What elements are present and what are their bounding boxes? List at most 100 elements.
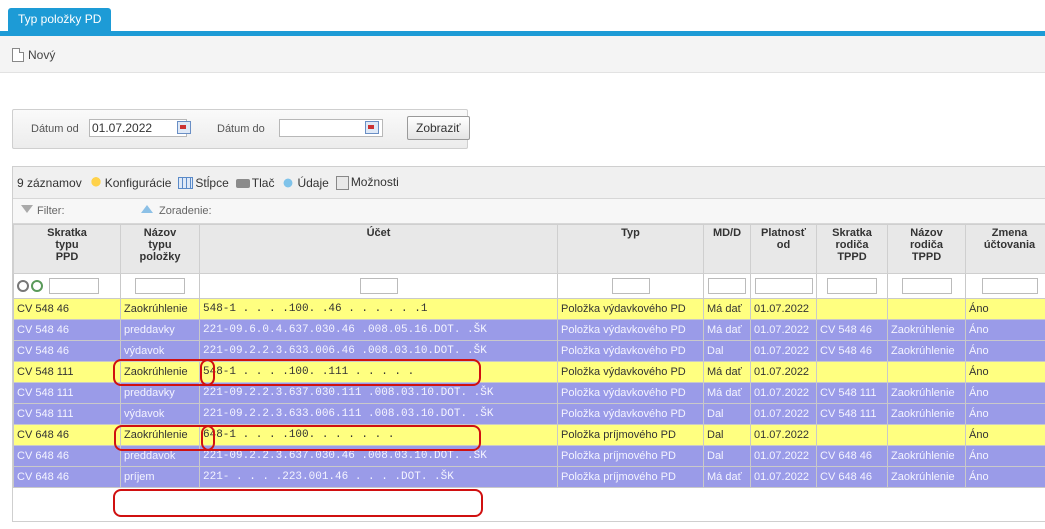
table-cell: Má dať <box>703 382 751 404</box>
tab-typ-polozky-pd[interactable]: Typ položky PD <box>8 8 112 31</box>
column-filter-cell <box>199 273 558 299</box>
column-filter-cell <box>816 273 888 299</box>
show-button[interactable]: Zobraziť <box>407 116 470 140</box>
column-header[interactable]: MD/D <box>703 224 751 274</box>
toolbar: Nový <box>0 36 1045 73</box>
column-filter-cell <box>965 273 1045 299</box>
table-cell: CV 548 46 <box>13 340 121 362</box>
table-row[interactable]: CV 548 111 výdavok 221-09.2.2.3.633.006.11… <box>13 403 1045 425</box>
lightbulb-icon <box>88 177 103 190</box>
table-cell: Zaokrúhlenie <box>120 424 200 446</box>
table-cell: 01.07.2022 <box>750 340 817 362</box>
table-cell: Dal <box>703 340 751 362</box>
table-cell: CV 648 46 <box>816 445 888 467</box>
table-cell: 221-09.2.2.3.637.030.46 .008.03.10.DOT. … <box>199 445 558 467</box>
table-row[interactable]: CV 548 111 Zaokrúhlenie 548-1 . . . .100. … <box>13 361 1045 383</box>
date-from-label: Dátum od <box>31 123 79 135</box>
date-to-label: Dátum do <box>217 123 265 135</box>
table-cell: Položka výdavkového PD <box>557 361 704 383</box>
column-filter-input[interactable] <box>49 278 99 294</box>
column-filter-input[interactable] <box>708 278 746 294</box>
table-cell <box>816 424 888 446</box>
table-cell: CV 648 46 <box>13 466 121 488</box>
column-header[interactable]: Názov rodiča TPPD <box>887 224 966 274</box>
options-button[interactable]: Možnosti <box>335 175 399 190</box>
table-row[interactable]: CV 548 111 preddavky 221-09.2.2.3.637.030.… <box>13 382 1045 404</box>
table-cell: Dal <box>703 424 751 446</box>
table-row[interactable]: CV 648 46 preddavok 221-09.2.2.3.637.030.4… <box>13 445 1045 467</box>
highlight-row9 <box>113 489 483 517</box>
table-cell: Áno <box>965 424 1045 446</box>
table-cell: Áno <box>965 382 1045 404</box>
print-button[interactable]: Tlač <box>235 176 274 190</box>
column-filter-input[interactable] <box>135 278 185 294</box>
column-header[interactable]: Účet <box>199 224 558 274</box>
table-cell: Áno <box>965 403 1045 425</box>
table-cell <box>816 298 888 320</box>
search-clear-icon[interactable] <box>31 280 43 292</box>
new-button[interactable]: Nový <box>12 48 55 62</box>
tab-bar: Typ položky PD <box>0 0 1045 36</box>
column-filter-cell <box>703 273 751 299</box>
column-header[interactable]: Zmena účtovania <box>965 224 1045 274</box>
column-header[interactable]: Typ <box>557 224 704 274</box>
table-cell: CV 648 46 <box>13 445 121 467</box>
column-header[interactable]: Platnosť od <box>750 224 817 274</box>
table-cell: Zaokrúhlenie <box>887 340 966 362</box>
column-header[interactable]: Skratka rodiča TPPD <box>816 224 888 274</box>
table-cell: 221- . . . .223.001.46 . . . .DOT. .ŠK <box>199 466 558 488</box>
table-cell: preddavky <box>120 382 200 404</box>
date-filter-panel: Dátum od Dátum do Zobraziť <box>12 109 470 149</box>
data-button[interactable]: Údaje <box>281 176 329 190</box>
column-header[interactable]: Názov typu položky <box>120 224 200 274</box>
column-filter-input[interactable] <box>754 278 813 294</box>
sort-label[interactable]: Zoradenie: <box>159 205 212 217</box>
table-cell: Zaokrúhlenie <box>887 403 966 425</box>
column-header[interactable]: Skratka typu PPD <box>13 224 121 274</box>
table-cell: Položka príjmového PD <box>557 424 704 446</box>
table-cell: CV 548 46 <box>816 340 888 362</box>
table-cell: Áno <box>965 298 1045 320</box>
filter-sort-bar: Filter: Zoradenie: <box>13 199 1045 224</box>
columns-button[interactable]: Stĺpce <box>178 176 229 190</box>
column-filter-cell <box>13 273 121 299</box>
column-filter-cell <box>120 273 200 299</box>
table-cell: 01.07.2022 <box>750 445 817 467</box>
table-row[interactable]: CV 548 46 výdavok 221-09.2.2.3.633.006.46 … <box>13 340 1045 362</box>
date-from-input[interactable] <box>89 119 187 137</box>
table-row[interactable]: CV 648 46 Zaokrúhlenie 648-1 . . . .100. .… <box>13 424 1045 446</box>
search-icon[interactable] <box>17 280 29 292</box>
table-cell: Dal <box>703 445 751 467</box>
table-cell: Zaokrúhlenie <box>887 382 966 404</box>
column-filter-cell <box>887 273 966 299</box>
table-cell <box>887 424 966 446</box>
grid-toolbar: 9 záznamov Konfigurácie Stĺpce Tlač Údaj… <box>13 167 1045 199</box>
table-cell <box>887 361 966 383</box>
table-cell: Položka výdavkového PD <box>557 403 704 425</box>
table-cell: príjem <box>120 466 200 488</box>
table-cell: CV 648 46 <box>816 466 888 488</box>
column-filter-input[interactable] <box>901 278 952 294</box>
table-cell: 221-09.2.2.3.637.030.111 .008.03.10.DOT.… <box>199 382 558 404</box>
column-filter-input[interactable] <box>359 278 398 294</box>
table-cell: 648-1 . . . .100. . . . . . . <box>199 424 558 446</box>
column-filter-input[interactable] <box>827 278 877 294</box>
column-filter-input[interactable] <box>981 278 1038 294</box>
table-cell: CV 548 46 <box>816 319 888 341</box>
filter-label[interactable]: Filter: <box>37 205 65 217</box>
date-from-calendar-icon[interactable] <box>177 121 191 134</box>
table-cell: Položka výdavkového PD <box>557 340 704 362</box>
table-cell: CV 548 111 <box>13 382 121 404</box>
table-cell: Áno <box>965 340 1045 362</box>
table-row[interactable]: CV 648 46 príjem 221- . . . .223.001.46 . … <box>13 466 1045 488</box>
table-row[interactable]: CV 548 46 Zaokrúhlenie 548-1 . . . .100. .… <box>13 298 1045 320</box>
table-row[interactable]: CV 548 46 preddavky 221-09.6.0.4.637.030.4… <box>13 319 1045 341</box>
date-to-calendar-icon[interactable] <box>365 121 379 134</box>
table-cell: Položka výdavkového PD <box>557 298 704 320</box>
column-filter-input[interactable] <box>611 278 650 294</box>
table-cell: 548-1 . . . .100. .111 . . . . . <box>199 361 558 383</box>
data-icon <box>281 177 296 190</box>
table-cell: Zaokrúhlenie <box>887 466 966 488</box>
table-cell: CV 548 111 <box>13 403 121 425</box>
configurations-button[interactable]: Konfigurácie <box>88 176 171 190</box>
